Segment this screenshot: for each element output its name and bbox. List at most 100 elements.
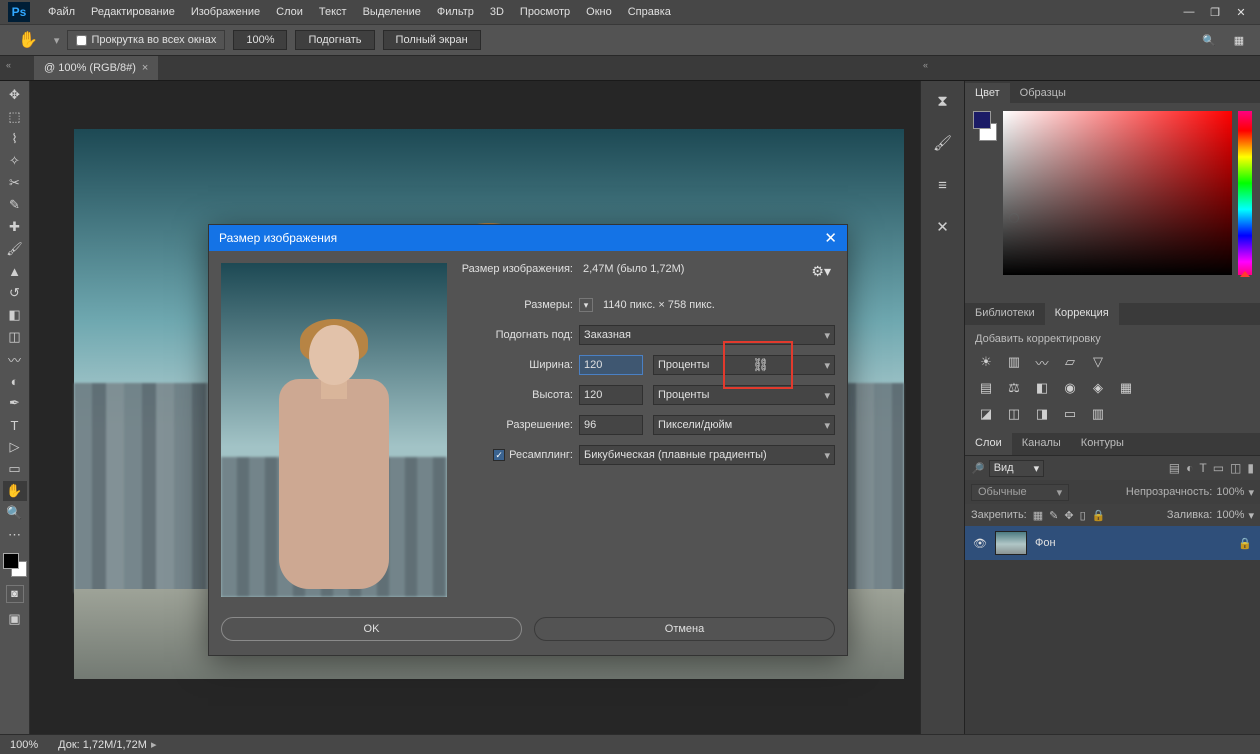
zoom-100-button[interactable]: 100% <box>233 30 287 50</box>
scroll-all-windows-checkbox[interactable]: Прокрутка во всех окнах <box>67 30 225 50</box>
minimize-button[interactable]: — <box>1182 5 1196 19</box>
tab-channels[interactable]: Каналы <box>1012 433 1071 455</box>
type-tool[interactable]: T <box>3 415 27 435</box>
invert-icon[interactable]: ◪ <box>977 405 995 423</box>
brush-panel-icon[interactable]: 🖌 <box>929 129 957 157</box>
menu-3d[interactable]: 3D <box>482 6 512 18</box>
menu-text[interactable]: Текст <box>311 6 355 18</box>
cancel-button[interactable]: Отмена <box>534 617 835 641</box>
gradient-tool[interactable]: ◫ <box>3 327 27 347</box>
height-input[interactable] <box>579 385 643 405</box>
history-brush-tool[interactable]: ↺ <box>3 283 27 303</box>
stamp-tool[interactable]: ▲ <box>3 261 27 281</box>
layer-thumbnail[interactable] <box>995 531 1027 555</box>
lock-transparent-icon[interactable]: ▦ <box>1033 509 1043 522</box>
layer-filter-kind-icon[interactable]: 🔎 <box>971 462 985 475</box>
threshold-icon[interactable]: ◨ <box>1033 405 1051 423</box>
shape-tool[interactable]: ▭ <box>3 459 27 479</box>
panel-fgbg-swatches[interactable] <box>973 111 997 141</box>
panel-fg-swatch[interactable] <box>973 111 991 129</box>
dialog-titlebar[interactable]: Размер изображения ✕ <box>209 225 847 251</box>
workspace-switcher-icon[interactable]: ▦ <box>1228 29 1250 51</box>
menu-window[interactable]: Окно <box>578 6 620 18</box>
eraser-tool[interactable]: ◧ <box>3 305 27 325</box>
fit-screen-button[interactable]: Подогнать <box>295 30 374 50</box>
layer-visibility-icon[interactable]: 👁 <box>973 537 987 550</box>
lasso-tool[interactable]: ⌇ <box>3 129 27 149</box>
hand-tool[interactable]: ✋ <box>3 481 27 501</box>
filter-toggle-icon[interactable]: ▮ <box>1247 461 1254 475</box>
resample-checkbox[interactable]: ✓ <box>493 449 505 461</box>
channel-mixer-icon[interactable]: ◈ <box>1089 379 1107 397</box>
menu-file[interactable]: Файл <box>40 6 83 18</box>
resolution-input[interactable] <box>579 415 643 435</box>
edit-toolbar-icon[interactable]: ⋯ <box>3 525 27 545</box>
color-swatches[interactable] <box>3 553 27 577</box>
quick-mask-toggle[interactable]: ◙ <box>6 585 24 603</box>
menu-filter[interactable]: Фильтр <box>429 6 482 18</box>
scroll-all-checkbox-input[interactable] <box>76 35 87 46</box>
layer-filter-select[interactable]: Вид▾ <box>989 460 1044 477</box>
hue-slider[interactable] <box>1238 111 1252 275</box>
ok-button[interactable]: OK <box>221 617 522 641</box>
close-window-button[interactable]: ✕ <box>1234 5 1248 19</box>
resolution-unit-select[interactable]: Пиксели/дюйм▾ <box>653 415 835 435</box>
hue-sat-icon[interactable]: ▤ <box>977 379 995 397</box>
marquee-tool[interactable]: ⬚ <box>3 107 27 127</box>
menu-layers[interactable]: Слои <box>268 6 311 18</box>
layer-item[interactable]: 👁 Фон 🔒 <box>965 526 1260 560</box>
search-icon[interactable]: 🔍 <box>1198 29 1220 51</box>
color-lookup-icon[interactable]: ▦ <box>1117 379 1135 397</box>
tab-corrections[interactable]: Коррекция <box>1045 303 1119 325</box>
levels-icon[interactable]: ▥ <box>1005 353 1023 371</box>
menu-image[interactable]: Изображение <box>183 6 268 18</box>
menu-view[interactable]: Просмотр <box>512 6 578 18</box>
tab-paths[interactable]: Контуры <box>1071 433 1134 455</box>
foreground-color-swatch[interactable] <box>3 553 19 569</box>
full-screen-button[interactable]: Полный экран <box>383 30 481 50</box>
brightness-contrast-icon[interactable]: ☀ <box>977 353 995 371</box>
maximize-button[interactable]: ❐ <box>1208 5 1222 19</box>
status-arrow-icon[interactable]: ▸ <box>151 739 157 751</box>
zoom-tool[interactable]: 🔍 <box>3 503 27 523</box>
move-tool[interactable]: ✥ <box>3 85 27 105</box>
magic-wand-tool[interactable]: ✧ <box>3 151 27 171</box>
menu-edit[interactable]: Редактирование <box>83 6 183 18</box>
curves-icon[interactable]: 〰 <box>1033 353 1051 371</box>
color-balance-icon[interactable]: ⚖ <box>1005 379 1023 397</box>
lock-artboard-icon[interactable]: ▯ <box>1080 509 1086 522</box>
bw-icon[interactable]: ◧ <box>1033 379 1051 397</box>
pen-tool[interactable]: ✒ <box>3 393 27 413</box>
photo-filter-icon[interactable]: ◉ <box>1061 379 1079 397</box>
status-doc-size[interactable]: Док: 1,72M/1,72M <box>58 739 147 751</box>
screen-mode-icon[interactable]: ▣ <box>3 609 27 629</box>
brush-settings-panel-icon[interactable]: ≡ <box>929 171 957 199</box>
posterize-icon[interactable]: ◫ <box>1005 405 1023 423</box>
path-select-tool[interactable]: ▷ <box>3 437 27 457</box>
opacity-value[interactable]: 100% <box>1216 486 1244 498</box>
link-icon[interactable]: ⛓ <box>752 357 769 373</box>
document-tab[interactable]: @ 100% (RGB/8#) × <box>34 56 158 80</box>
fit-to-select[interactable]: Заказная▾ <box>579 325 835 345</box>
exposure-icon[interactable]: ▱ <box>1061 353 1079 371</box>
lock-position-icon[interactable]: ✥ <box>1064 509 1073 522</box>
healing-tool[interactable]: ✚ <box>3 217 27 237</box>
filter-shape-icon[interactable]: ▭ <box>1213 461 1224 475</box>
filter-smart-icon[interactable]: ◫ <box>1230 461 1241 475</box>
tool-preset-chevron-icon[interactable]: ▾ <box>54 34 60 47</box>
crop-tool[interactable]: ✂ <box>3 173 27 193</box>
eyedropper-tool[interactable]: ✎ <box>3 195 27 215</box>
tab-swatches[interactable]: Образцы <box>1010 83 1076 103</box>
lock-all-icon[interactable]: 🔒 <box>1092 509 1106 522</box>
menu-help[interactable]: Справка <box>620 6 679 18</box>
filter-type-icon[interactable]: T <box>1199 461 1206 475</box>
menu-select[interactable]: Выделение <box>355 6 429 18</box>
blend-mode-select[interactable]: Обычные▾ <box>971 484 1069 501</box>
filter-adjust-icon[interactable]: ◐ <box>1186 461 1193 475</box>
dimensions-unit-popout[interactable]: ▾ <box>579 298 593 312</box>
layer-locked-icon[interactable]: 🔒 <box>1238 537 1252 550</box>
status-zoom[interactable]: 100% <box>10 739 38 751</box>
lock-pixels-icon[interactable]: ✎ <box>1049 509 1058 522</box>
layer-name[interactable]: Фон <box>1035 537 1056 549</box>
tab-layers[interactable]: Слои <box>965 433 1012 455</box>
